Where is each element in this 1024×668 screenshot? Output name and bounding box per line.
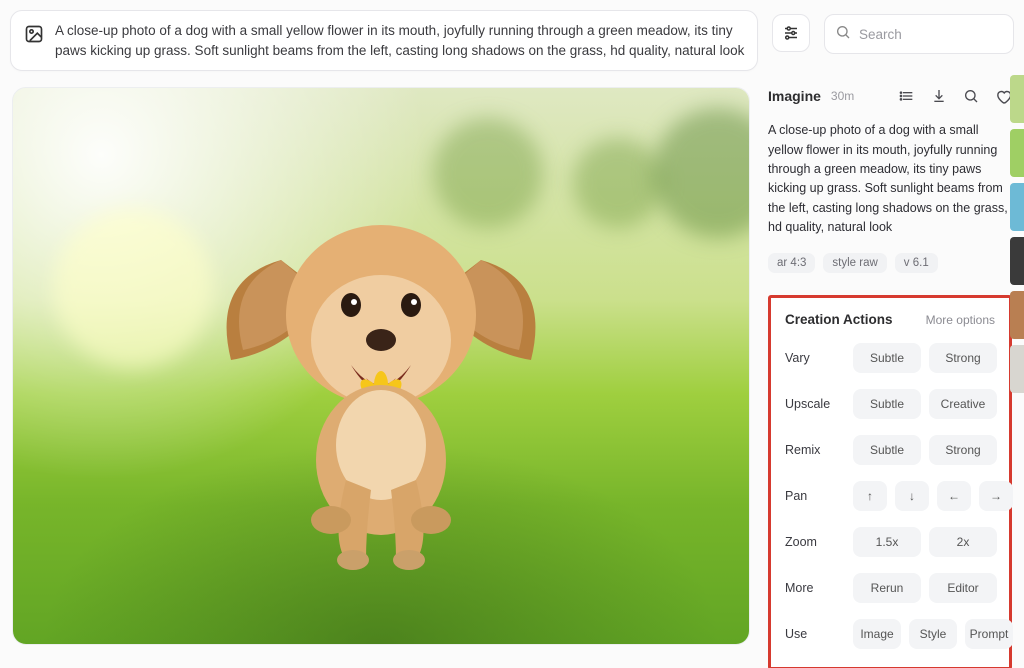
prompt-description: A close-up photo of a dog with a small y… — [768, 121, 1012, 237]
row-label-upscale: Upscale — [785, 397, 843, 411]
pan-up-button[interactable]: ↑ — [853, 481, 887, 511]
vary-strong-button[interactable]: Strong — [929, 343, 997, 373]
thumbnail[interactable] — [1010, 129, 1024, 177]
editor-button[interactable]: Editor — [929, 573, 997, 603]
prompt-text: A close-up photo of a dog with a small y… — [55, 21, 745, 60]
thumbnail[interactable] — [1010, 237, 1024, 285]
zoom-15x-button[interactable]: 1.5x — [853, 527, 921, 557]
settings-button[interactable] — [772, 14, 810, 52]
use-style-button[interactable]: Style — [909, 619, 957, 649]
thumbnail[interactable] — [1010, 291, 1024, 339]
pan-left-button[interactable]: ← — [937, 481, 971, 511]
rerun-button[interactable]: Rerun — [853, 573, 921, 603]
param-chip[interactable]: style raw — [823, 253, 886, 273]
more-options-link[interactable]: More options — [926, 313, 995, 327]
pan-right-button[interactable]: → — [979, 481, 1013, 511]
creation-actions-panel: Creation Actions More options Vary Subtl… — [768, 295, 1012, 668]
prompt-bar[interactable]: A close-up photo of a dog with a small y… — [10, 10, 758, 71]
row-label-use: Use — [785, 627, 843, 641]
row-label-vary: Vary — [785, 351, 843, 365]
remix-strong-button[interactable]: Strong — [929, 435, 997, 465]
row-label-zoom: Zoom — [785, 535, 843, 549]
zoom-2x-button[interactable]: 2x — [929, 527, 997, 557]
thumbnail[interactable] — [1010, 345, 1024, 393]
panel-heading: Creation Actions — [785, 312, 893, 327]
row-label-remix: Remix — [785, 443, 843, 457]
list-icon[interactable] — [898, 87, 916, 105]
image-content — [13, 88, 749, 644]
upscale-subtle-button[interactable]: Subtle — [853, 389, 921, 419]
param-chip[interactable]: ar 4:3 — [768, 253, 815, 273]
row-label-pan: Pan — [785, 489, 843, 503]
search-box[interactable] — [824, 14, 1014, 54]
remix-subtle-button[interactable]: Subtle — [853, 435, 921, 465]
thumbnail[interactable] — [1010, 183, 1024, 231]
generated-image[interactable]: ✕ — [12, 87, 750, 645]
row-label-more: More — [785, 581, 843, 595]
download-icon[interactable] — [930, 87, 948, 105]
job-time: 30m — [831, 89, 854, 103]
pan-down-button[interactable]: ↓ — [895, 481, 929, 511]
thumbnail[interactable] — [1010, 75, 1024, 123]
image-icon — [23, 23, 45, 45]
job-title: Imagine — [768, 88, 821, 104]
search-icon — [835, 24, 851, 45]
search-detail-icon[interactable] — [962, 87, 980, 105]
use-prompt-button[interactable]: Prompt — [965, 619, 1013, 649]
param-chip[interactable]: v 6.1 — [895, 253, 938, 273]
vary-subtle-button[interactable]: Subtle — [853, 343, 921, 373]
search-input[interactable] — [859, 27, 1003, 42]
use-image-button[interactable]: Image — [853, 619, 901, 649]
upscale-creative-button[interactable]: Creative — [929, 389, 997, 419]
thumbnail-strip[interactable] — [1010, 75, 1024, 665]
